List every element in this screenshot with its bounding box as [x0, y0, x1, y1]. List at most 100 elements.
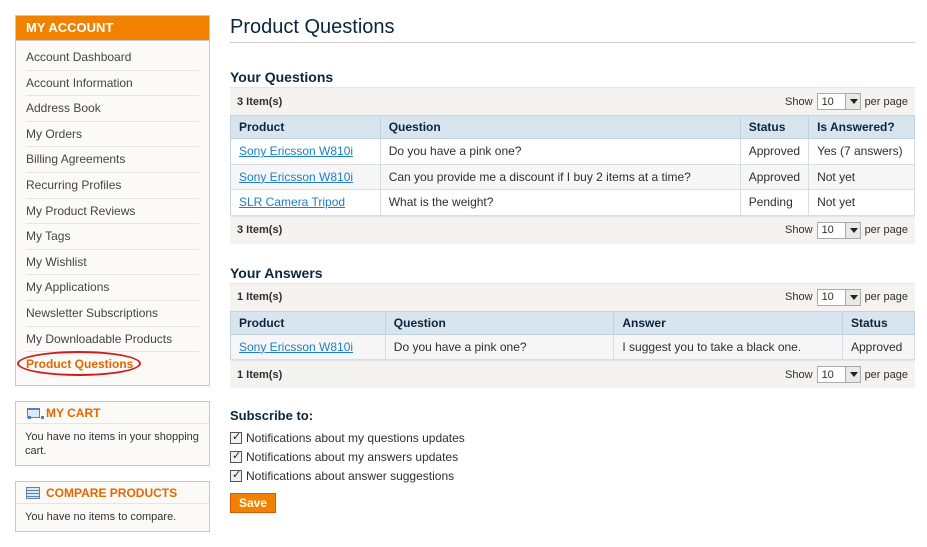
cart-icon: [26, 407, 44, 419]
subscribe-option: Notifications about my questions updates: [230, 428, 915, 447]
sidebar-item-my-downloadable-products[interactable]: My Downloadable Products: [26, 327, 199, 353]
answers-pager-top: 1 Item(s) Show 10 per page: [230, 282, 915, 311]
item-count: 1 Item(s): [237, 368, 283, 381]
table-row: Sony Ericsson W810i Can you provide me a…: [230, 164, 915, 190]
question-cell: Do you have a pink one?: [385, 334, 615, 360]
limiter: Show 10 per page: [785, 288, 908, 306]
sidebar-item-my-tags[interactable]: My Tags: [26, 224, 199, 250]
per-page-label: per page: [864, 95, 908, 108]
compare-block-title: COMPARE PRODUCTS: [46, 485, 178, 500]
page-size-select[interactable]: 10: [816, 366, 861, 383]
status-cell: Pending: [740, 189, 810, 216]
product-link[interactable]: Sony Ericsson W810i: [239, 170, 353, 184]
limiter: Show 10 per page: [785, 93, 908, 110]
show-label: Show: [785, 291, 813, 303]
answered-cell: Not yet: [808, 164, 915, 190]
question-cell: Do you have a pink one?: [380, 138, 741, 165]
compare-list-icon: [26, 486, 40, 499]
account-block-title: MY ACCOUNT: [26, 20, 114, 35]
limiter: Show 10 per page: [785, 366, 908, 383]
sidebar-item-billing-agreements[interactable]: Billing Agreements: [26, 147, 199, 173]
table-row: Sony Ericsson W810i Do you have a pink o…: [230, 334, 916, 360]
question-cell: Can you provide me a discount if I buy 2…: [380, 164, 741, 190]
question-cell: What is the weight?: [380, 189, 741, 216]
product-link[interactable]: SLR Camera Tripod: [239, 195, 345, 209]
product-cell: SLR Camera Tripod: [230, 189, 381, 216]
column-header-question: Question: [380, 115, 741, 139]
answered-cell: Yes (7 answers): [808, 138, 915, 165]
cart-block-header: MY CART: [16, 402, 209, 424]
answers-pager-bottom: 1 Item(s) Show 10 per page: [230, 360, 915, 388]
product-link[interactable]: Sony Ericsson W810i: [239, 340, 353, 354]
table-header-row: Product Question Status Is Answered?: [230, 115, 915, 139]
item-count: 3 Item(s): [237, 95, 283, 108]
column-header-is-answered: Is Answered?: [808, 115, 915, 139]
per-page-label: per page: [864, 291, 908, 303]
column-header-status: Status: [842, 311, 916, 335]
sidebar-item-account-information[interactable]: Account Information: [26, 71, 199, 97]
product-cell: Sony Ericsson W810i: [230, 334, 386, 360]
sidebar-item-my-orders[interactable]: My Orders: [26, 122, 199, 148]
answered-cell: Not yet: [808, 189, 915, 216]
sidebar-item-my-wishlist[interactable]: My Wishlist: [26, 250, 199, 276]
page-size-value: 10: [821, 224, 834, 236]
compare-empty-text: You have no items to compare.: [25, 511, 177, 523]
chevron-down-icon[interactable]: [844, 222, 860, 238]
page-size-value: 10: [821, 95, 834, 108]
chevron-down-icon[interactable]: [844, 367, 860, 382]
page-size-select[interactable]: 10: [816, 93, 861, 110]
column-header-status: Status: [740, 115, 810, 139]
table-row: Sony Ericsson W810i Do you have a pink o…: [230, 138, 915, 165]
compare-block: COMPARE PRODUCTS You have no items to co…: [15, 481, 210, 532]
questions-updates-checkbox[interactable]: [230, 430, 242, 444]
status-cell: Approved: [842, 334, 916, 360]
sidebar: MY ACCOUNT Account Dashboard Account Inf…: [15, 15, 210, 532]
answer-cell: I suggest you to take a black one.: [613, 334, 843, 360]
chevron-down-icon[interactable]: [844, 94, 860, 109]
answers-heading: Your Answers: [230, 264, 323, 281]
show-label: Show: [785, 224, 813, 236]
page-size-value: 10: [821, 368, 834, 381]
per-page-label: per page: [864, 224, 908, 236]
subscribe-option: Notifications about answer suggestions: [230, 466, 915, 485]
product-cell: Sony Ericsson W810i: [230, 138, 381, 165]
questions-heading: Your Questions: [230, 69, 334, 85]
column-header-question: Question: [385, 311, 615, 335]
sidebar-item-address-book[interactable]: Address Book: [26, 96, 199, 122]
sidebar-item-my-applications[interactable]: My Applications: [26, 275, 199, 301]
answers-updates-checkbox[interactable]: [230, 449, 242, 463]
sidebar-item-account-dashboard[interactable]: Account Dashboard: [26, 45, 199, 71]
account-block-header: MY ACCOUNT: [16, 16, 209, 41]
checkbox-label: Notifications about my questions updates: [246, 430, 465, 445]
page-size-select[interactable]: 10: [816, 288, 861, 306]
show-label: Show: [785, 368, 813, 381]
answer-suggestions-checkbox[interactable]: [230, 468, 242, 482]
page-size-select[interactable]: 10: [816, 221, 861, 239]
highlight-ring: [17, 351, 141, 377]
cart-empty-text: You have no items in your shopping cart.: [25, 431, 199, 457]
questions-pager-bottom: 3 Item(s) Show 10 per page: [230, 215, 915, 244]
column-header-product: Product: [230, 311, 386, 335]
product-link[interactable]: Sony Ericsson W810i: [239, 144, 353, 158]
checkbox-label: Notifications about my answers updates: [246, 449, 459, 464]
subscribe-heading: Subscribe to:: [230, 408, 314, 423]
account-block: MY ACCOUNT Account Dashboard Account Inf…: [15, 15, 210, 386]
chevron-down-icon[interactable]: [844, 289, 860, 305]
page-size-value: 10: [821, 291, 834, 303]
questions-table: Product Question Status Is Answered? Son…: [230, 115, 915, 216]
save-button[interactable]: Save: [230, 493, 276, 513]
status-cell: Approved: [740, 138, 810, 165]
subscribe-option: Notifications about my answers updates: [230, 447, 915, 466]
sidebar-item-recurring-profiles[interactable]: Recurring Profiles: [26, 173, 199, 199]
limiter: Show 10 per page: [785, 221, 908, 239]
product-cell: Sony Ericsson W810i: [230, 164, 381, 190]
compare-block-header: COMPARE PRODUCTS: [16, 482, 209, 504]
main-content: Product Questions Your Questions 3 Item(…: [230, 15, 916, 513]
table-header-row: Product Question Answer Status: [230, 311, 916, 335]
questions-pager-top: 3 Item(s) Show 10 per page: [230, 87, 915, 115]
column-header-product: Product: [230, 115, 381, 139]
cart-block-title: MY CART: [46, 405, 101, 420]
sidebar-item-my-product-reviews[interactable]: My Product Reviews: [26, 199, 199, 225]
subscribe-section: Subscribe to: Notifications about my que…: [230, 408, 915, 513]
sidebar-item-newsletter-subscriptions[interactable]: Newsletter Subscriptions: [26, 301, 199, 327]
